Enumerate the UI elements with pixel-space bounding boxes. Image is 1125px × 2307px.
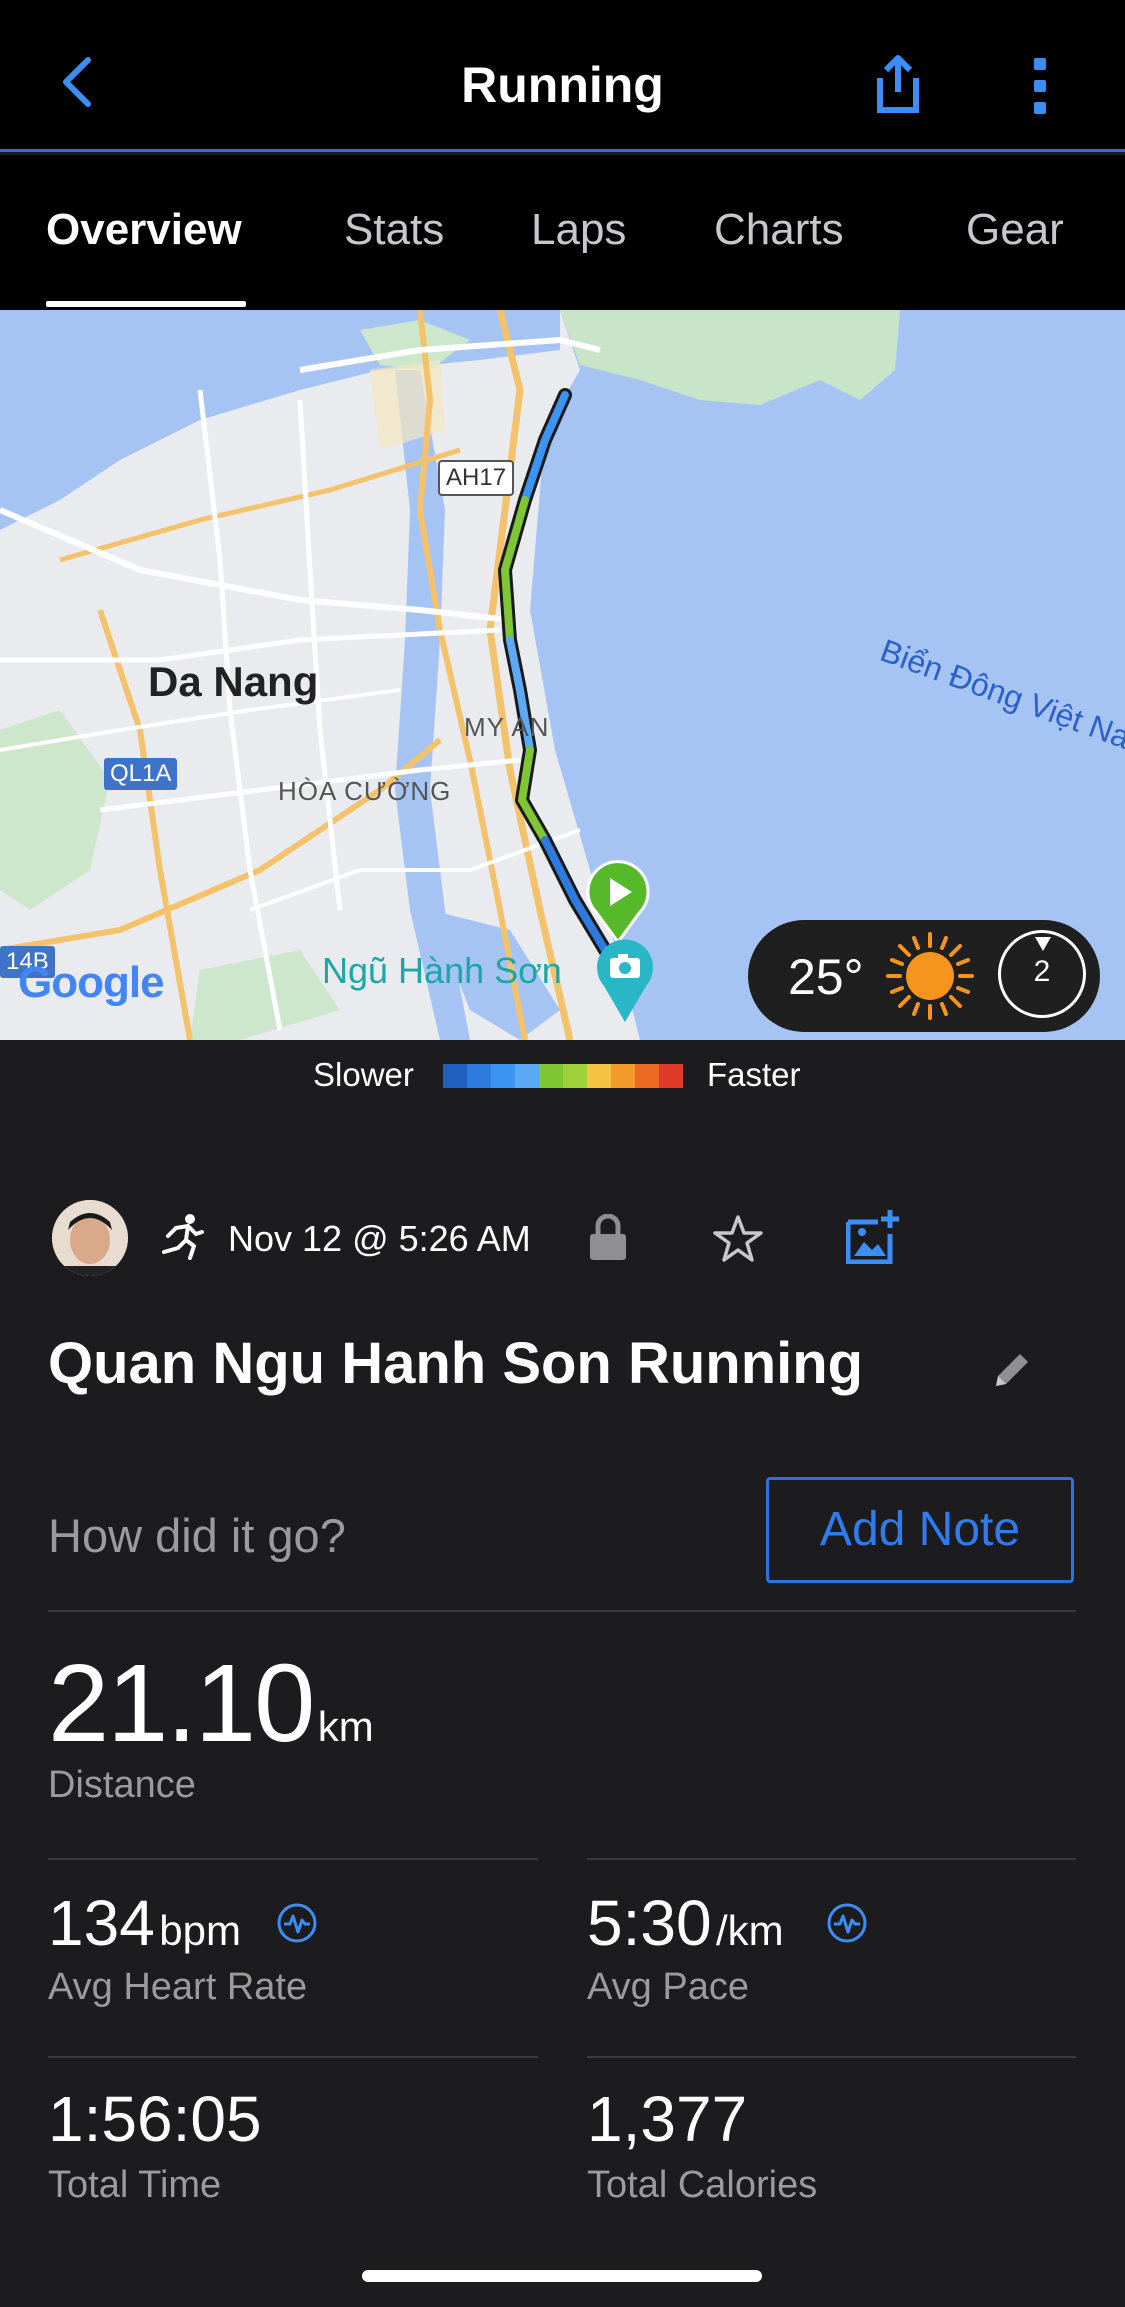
pace-color-swatch <box>587 1064 611 1088</box>
tab-stats[interactable]: Stats <box>344 205 444 255</box>
map-label-road-ql1a: QL1A <box>104 758 178 790</box>
star-icon <box>713 1215 763 1262</box>
divider <box>587 2056 1076 2058</box>
wind-arrow-icon <box>1035 937 1051 951</box>
activity-name: Quan Ngu Hanh Son Running <box>48 1331 864 1396</box>
more-options-button[interactable] <box>1028 56 1052 116</box>
pace-color-swatch <box>635 1064 659 1088</box>
divider <box>587 1858 1076 1860</box>
map-label-my-an: MY AN <box>464 712 550 742</box>
photo-marker[interactable] <box>592 934 658 1024</box>
pace-color-swatch <box>491 1064 515 1088</box>
favorite-button[interactable] <box>712 1214 764 1264</box>
total-time-value: 1:56:05 <box>48 2083 262 2155</box>
pace-color-swatch <box>611 1064 635 1088</box>
tab-gear[interactable]: Gear <box>966 205 1064 255</box>
add-note-button[interactable]: Add Note <box>766 1477 1074 1583</box>
divider <box>48 1858 538 1860</box>
pace-legend: Slower Faster <box>0 1040 1125 1110</box>
privacy-lock-button[interactable] <box>588 1213 628 1262</box>
distance-label: Distance <box>48 1764 196 1806</box>
tab-overview[interactable]: Overview <box>46 205 242 255</box>
legend-slower: Slower <box>313 1056 414 1093</box>
pace-color-swatch <box>443 1064 467 1088</box>
start-marker[interactable] <box>586 860 650 944</box>
heart-rate-stat[interactable]: 134 bpm <box>48 1886 241 1960</box>
avatar[interactable] <box>52 1200 128 1276</box>
google-logo: Google <box>18 958 165 1007</box>
total-calories-label: Total Calories <box>587 2164 818 2206</box>
pace-color-swatch <box>563 1064 587 1088</box>
distance-unit: km <box>317 1703 374 1750</box>
share-icon <box>877 55 919 113</box>
heart-rate-info-icon[interactable] <box>276 1902 318 1944</box>
play-pin-icon <box>586 860 650 944</box>
wind-speed: 2 <box>1033 955 1051 988</box>
divider <box>48 2056 538 2058</box>
pace-color-swatch <box>467 1064 491 1088</box>
edit-name-button[interactable] <box>990 1348 1034 1392</box>
share-button[interactable] <box>868 52 928 116</box>
pace-label: Avg Pace <box>587 1966 749 2008</box>
total-calories-value: 1,377 <box>587 2083 748 2155</box>
camera-pin-icon <box>597 939 653 1022</box>
avatar-image <box>52 1200 128 1276</box>
map-label-hoa-cuong: HÒA CƯỜNG <box>278 776 452 806</box>
map-label-ngu-hanh-son: Ngũ Hành Sơn <box>322 950 562 991</box>
map-label-road-ah17: AH17 <box>438 460 515 496</box>
tab-laps[interactable]: Laps <box>531 205 626 255</box>
sun-icon <box>886 932 974 1020</box>
home-indicator <box>362 2270 762 2282</box>
pace-info-icon[interactable] <box>826 1902 868 1944</box>
pace-color-swatch <box>659 1064 683 1088</box>
divider <box>48 1610 1076 1612</box>
activity-date: Nov 12 @ 5:26 AM <box>228 1218 531 1259</box>
pace-color-swatch <box>515 1064 539 1088</box>
app-header: Running <box>0 0 1125 152</box>
pace-value: 5:30 <box>587 1887 712 1959</box>
distance-value: 21.10 <box>48 1642 315 1765</box>
heart-rate-value: 134 <box>48 1887 155 1959</box>
running-activity-icon <box>156 1212 206 1262</box>
wind-indicator: 2 <box>998 930 1086 1018</box>
pencil-icon <box>996 1354 1028 1386</box>
pace-stat[interactable]: 5:30 /km <box>587 1886 784 1960</box>
add-photo-icon <box>845 1210 899 1265</box>
heart-rate-unit: bpm <box>159 1907 241 1954</box>
pace-unit: /km <box>716 1907 784 1954</box>
temperature: 25° <box>788 949 864 1005</box>
legend-faster: Faster <box>707 1056 801 1093</box>
page-title: Running <box>461 57 664 113</box>
weather-badge: 25° 2 <box>748 920 1100 1032</box>
tab-bar: Overview Stats Laps Charts Gear <box>0 155 1125 310</box>
distance-stat: 21.10 km <box>48 1640 374 1767</box>
total-time-label: Total Time <box>48 2164 222 2206</box>
pace-color-scale <box>443 1064 683 1088</box>
lock-icon <box>590 1213 626 1260</box>
tab-charts[interactable]: Charts <box>714 205 844 255</box>
more-vertical-icon <box>1034 58 1046 114</box>
note-prompt: How did it go? <box>48 1509 346 1562</box>
heart-rate-label: Avg Heart Rate <box>48 1966 308 2008</box>
active-tab-indicator <box>46 301 246 307</box>
route-map[interactable]: Da Nang Biển Đông Việt Na AH17 QL1A 14B … <box>0 310 1125 1040</box>
map-label-city: Da Nang <box>148 658 319 705</box>
pace-color-swatch <box>539 1064 563 1088</box>
add-photo-button[interactable] <box>845 1208 902 1265</box>
